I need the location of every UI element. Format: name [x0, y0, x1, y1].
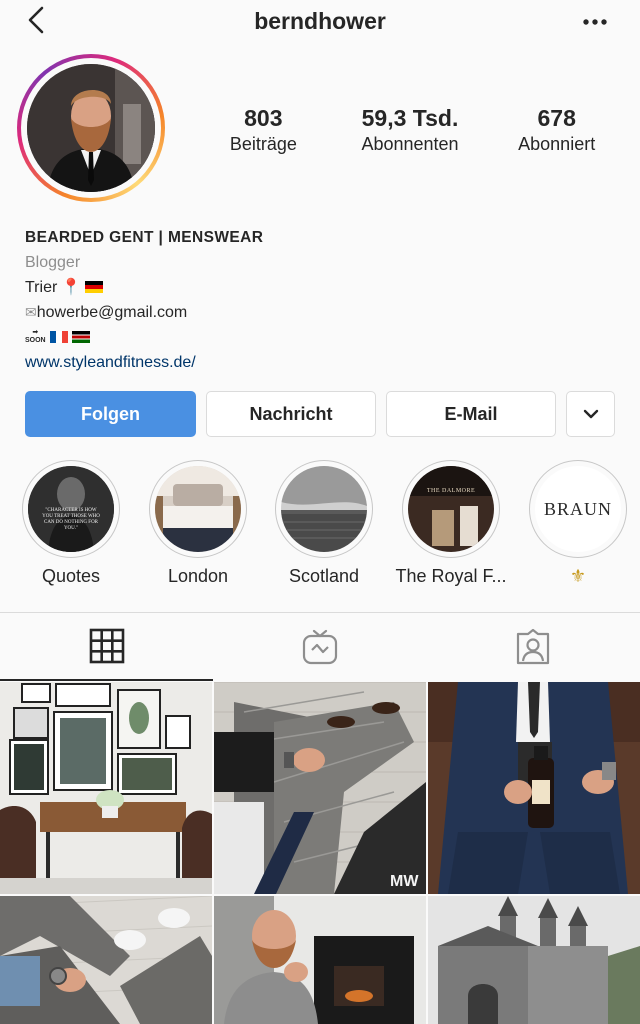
stat-following-value: 678	[537, 105, 576, 131]
stat-followers-label: Abonnenten	[361, 134, 459, 154]
post-grid: MW	[0, 682, 640, 1024]
email-button[interactable]: E-Mail	[386, 391, 556, 437]
highlight-scotland-label: Scotland	[288, 566, 360, 586]
highlight-quotes[interactable]: "CHARACTER IS HOW YOU TREAT THOSE WHO CA…	[9, 460, 133, 587]
france-flag-icon	[49, 331, 68, 343]
envelope-icon: ✉︎	[25, 304, 37, 320]
highlight-london-image	[155, 466, 241, 552]
highlight-quotes-label: Quotes	[41, 566, 101, 586]
germany-flag-icon	[85, 281, 104, 293]
profile-full-name: BEARDED GENT | MENSWEAR	[25, 229, 264, 246]
post-tile[interactable]	[0, 682, 212, 894]
profile-tabs	[0, 612, 640, 681]
bio-location: Trier	[25, 279, 58, 296]
highlight-royal-image: THE DALMORE	[408, 466, 494, 552]
bio-email: howerbe@gmail.com	[36, 304, 188, 321]
bio-soon-line: ➡ SOON	[25, 325, 615, 350]
bio-location-line: Trier 📍	[25, 275, 615, 300]
stat-posts-value: 803	[244, 105, 283, 131]
grid-icon	[89, 628, 124, 664]
stat-following[interactable]: 678 Abonniert	[483, 104, 630, 164]
kenya-flag-icon	[71, 331, 90, 343]
chevron-down-icon	[583, 409, 598, 419]
soon-label: SOON	[25, 337, 46, 344]
highlight-royal[interactable]: THE DALMORE The Royal F...	[389, 460, 513, 587]
stat-followers[interactable]: 59,3 Tsd. Abonnenten	[337, 104, 484, 164]
tab-grid[interactable]	[0, 613, 213, 681]
story-ring[interactable]	[17, 54, 165, 202]
highlight-scotland-image	[281, 466, 367, 552]
website-link[interactable]: www.styleandfitness.de/	[25, 350, 615, 375]
tab-igtv[interactable]	[213, 613, 426, 681]
igtv-icon	[302, 629, 337, 665]
fleur-de-lis-icon: ⚜	[569, 566, 587, 586]
stat-following-label: Abonniert	[518, 134, 596, 154]
tab-tagged[interactable]	[426, 613, 640, 681]
highlight-royal-text: THE DALMORE	[426, 488, 476, 494]
top-bar: berndhower	[0, 0, 640, 44]
stat-posts-label: Beiträge	[229, 134, 297, 154]
tagged-person-icon	[516, 628, 550, 665]
highlight-quotes-image: "CHARACTER IS HOW YOU TREAT THOSE WHO CA…	[28, 466, 114, 552]
pin-icon: 📍	[61, 279, 82, 296]
post-watermark: MW	[390, 873, 419, 890]
highlight-london[interactable]: London	[136, 460, 260, 587]
profile-actions: Folgen Nachricht E-Mail	[25, 391, 615, 437]
highlight-braun-text: BRAUN	[535, 466, 621, 552]
highlight-braun[interactable]: BRAUN ⚜	[516, 460, 640, 587]
soon-arrow-icon: ➡ SOON	[25, 329, 46, 344]
message-button[interactable]: Nachricht	[206, 391, 376, 437]
stat-followers-value: 59,3 Tsd.	[361, 105, 459, 131]
highlight-quotes-text: "CHARACTER IS HOW YOU TREAT THOSE WHO CA…	[42, 508, 100, 531]
highlight-scotland[interactable]: Scotland	[262, 460, 386, 587]
avatar	[27, 64, 155, 192]
post-tile[interactable]	[0, 896, 212, 1024]
more-options-icon[interactable]	[580, 12, 610, 32]
post-tile[interactable]	[428, 896, 640, 1024]
story-highlights: "CHARACTER IS HOW YOU TREAT THOSE WHO CA…	[0, 460, 640, 590]
post-tile[interactable]: MW	[214, 682, 426, 894]
suggestions-dropdown-button[interactable]	[566, 391, 615, 437]
profile-username: berndhower	[254, 8, 386, 34]
follow-button[interactable]: Folgen	[25, 391, 196, 437]
highlight-london-label: London	[167, 566, 229, 586]
profile-stats: 803 Beiträge 59,3 Tsd. Abonnenten 678 Ab…	[190, 104, 630, 164]
highlight-royal-label: The Royal F...	[395, 566, 507, 586]
stat-posts[interactable]: 803 Beiträge	[190, 104, 337, 164]
profile-bio: BEARDED GENT | MENSWEAR Blogger Trier 📍 ✉…	[25, 225, 615, 375]
post-tile[interactable]	[428, 682, 640, 894]
profile-category: Blogger	[25, 254, 81, 271]
bio-email-line: ✉︎howerbe@gmail.com	[25, 300, 615, 325]
post-tile[interactable]	[214, 896, 426, 1024]
